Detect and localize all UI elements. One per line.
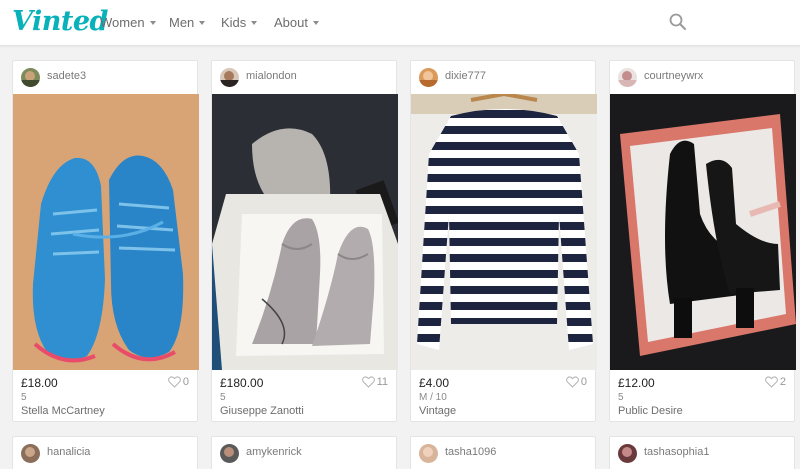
item-card[interactable]: sadete3 £18.00 5 Stella McCartney 0 bbox=[12, 60, 199, 422]
favourite-button[interactable]: 0 bbox=[167, 376, 189, 388]
favourite-button[interactable]: 11 bbox=[361, 376, 388, 388]
item-card[interactable]: mialondon £180.00 5 Giuseppe Zanotti 11 bbox=[211, 60, 398, 422]
item-card[interactable]: courtneywrx £12.00 5 Public Desire 2 bbox=[609, 60, 796, 422]
chevron-down-icon bbox=[251, 21, 258, 25]
item-photo[interactable] bbox=[212, 94, 398, 370]
nav-kids[interactable]: Kids bbox=[221, 15, 258, 30]
nav-men-label: Men bbox=[169, 15, 195, 30]
card-owner[interactable]: dixie777 bbox=[411, 61, 595, 94]
item-brand[interactable]: Giuseppe Zanotti bbox=[220, 405, 304, 417]
favourite-count: 11 bbox=[376, 376, 388, 388]
item-price: £12.00 bbox=[618, 376, 655, 390]
item-brand[interactable]: Public Desire bbox=[618, 405, 683, 417]
item-card[interactable]: tasha1096 bbox=[410, 436, 596, 469]
chevron-down-icon bbox=[149, 21, 156, 25]
chevron-down-icon bbox=[312, 21, 319, 25]
card-owner[interactable]: sadete3 bbox=[13, 61, 197, 94]
card-owner[interactable]: mialondon bbox=[212, 61, 396, 94]
item-price: £4.00 bbox=[419, 376, 450, 390]
nav-about-label: About bbox=[274, 15, 308, 30]
item-price: £18.00 bbox=[21, 376, 58, 390]
item-photo[interactable] bbox=[610, 94, 796, 370]
favourite-count: 0 bbox=[580, 376, 587, 388]
avatar[interactable] bbox=[220, 68, 239, 87]
heart-icon bbox=[167, 376, 181, 388]
item-size: 5 bbox=[618, 392, 624, 403]
avatar[interactable] bbox=[419, 68, 438, 87]
chevron-down-icon bbox=[199, 21, 206, 25]
item-card[interactable]: dixie777 £4.00 M / 10 Vintage 0 bbox=[410, 60, 597, 422]
item-card[interactable]: tashasophia1 bbox=[609, 436, 795, 469]
username[interactable]: hanalicia bbox=[47, 446, 90, 458]
favourite-count: 2 bbox=[779, 376, 786, 388]
nav-about[interactable]: About bbox=[274, 15, 319, 30]
username[interactable]: tasha1096 bbox=[445, 446, 496, 458]
item-brand[interactable]: Vintage bbox=[419, 405, 456, 417]
item-card[interactable]: amykenrick bbox=[211, 436, 397, 469]
avatar[interactable] bbox=[419, 444, 438, 463]
item-size: 5 bbox=[220, 392, 226, 403]
favourite-button[interactable]: 0 bbox=[565, 376, 587, 388]
nav-men[interactable]: Men bbox=[169, 15, 206, 30]
item-size: 5 bbox=[21, 392, 27, 403]
item-brand[interactable]: Stella McCartney bbox=[21, 405, 105, 417]
username[interactable]: sadete3 bbox=[47, 70, 86, 82]
card-owner[interactable]: courtneywrx bbox=[610, 61, 794, 94]
heart-icon bbox=[764, 376, 778, 388]
item-size: M / 10 bbox=[419, 392, 447, 403]
username[interactable]: tashasophia1 bbox=[644, 446, 709, 458]
nav-women[interactable]: Women bbox=[100, 15, 156, 30]
item-photo[interactable] bbox=[13, 94, 199, 370]
avatar[interactable] bbox=[220, 444, 239, 463]
avatar[interactable] bbox=[21, 68, 40, 87]
vinted-logo[interactable]: Vinted bbox=[12, 6, 108, 37]
nav-women-label: Women bbox=[100, 15, 145, 30]
item-card[interactable]: hanalicia bbox=[12, 436, 198, 469]
heart-icon bbox=[361, 376, 375, 388]
heart-icon bbox=[565, 376, 579, 388]
username[interactable]: mialondon bbox=[246, 70, 297, 82]
item-photo[interactable] bbox=[411, 94, 597, 370]
username[interactable]: amykenrick bbox=[246, 446, 302, 458]
favourite-button[interactable]: 2 bbox=[764, 376, 786, 388]
search-icon[interactable] bbox=[668, 12, 688, 32]
item-price: £180.00 bbox=[220, 376, 264, 390]
avatar[interactable] bbox=[618, 68, 637, 87]
avatar[interactable] bbox=[21, 444, 40, 463]
favourite-count: 0 bbox=[182, 376, 189, 388]
top-header: Vinted Women Men Kids About bbox=[0, 0, 800, 46]
nav-kids-label: Kids bbox=[221, 15, 247, 30]
avatar[interactable] bbox=[618, 444, 637, 463]
username[interactable]: courtneywrx bbox=[644, 70, 703, 82]
username[interactable]: dixie777 bbox=[445, 70, 486, 82]
